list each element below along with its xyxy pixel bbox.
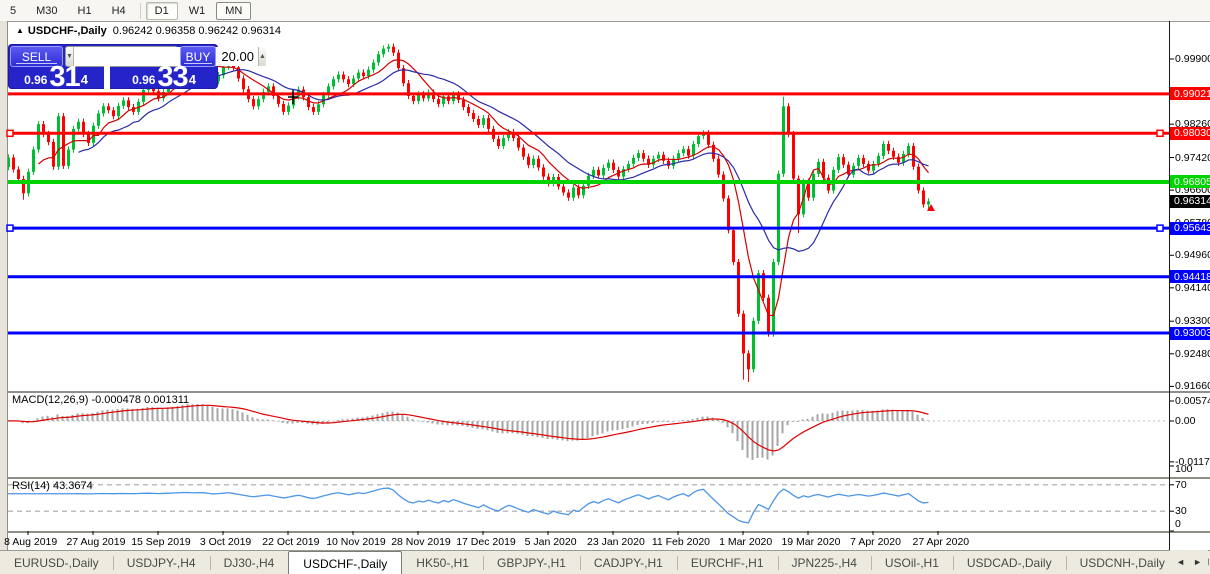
chart-tab-usoil-h1[interactable]: USOil-,H1 bbox=[871, 551, 953, 574]
buy-price[interactable]: 0.96 33 4 bbox=[110, 67, 218, 89]
macd-pane[interactable] bbox=[3, 404, 1167, 460]
sell-price-main: 31 bbox=[49, 66, 79, 88]
volume-increase-button[interactable]: ▲ bbox=[258, 47, 266, 66]
buy-price-pip: 4 bbox=[189, 67, 196, 93]
hline-handle[interactable] bbox=[7, 225, 13, 231]
chart-tab-gbpjpy-h1[interactable]: GBPJPY-,H1 bbox=[483, 551, 580, 574]
tab-scroll-left-icon[interactable]: ◄ bbox=[1176, 557, 1185, 567]
chart-tab-usdchf-daily[interactable]: USDCHF-,Daily bbox=[288, 551, 402, 574]
hline-handle[interactable] bbox=[7, 130, 13, 136]
chart-tab-bar: EURUSD-,DailyUSDJPY-,H4DJ30-,H4USDCHF-,D… bbox=[0, 550, 1210, 574]
sell-price-prefix: 0.96 bbox=[24, 73, 47, 88]
tab-scroll-right-icon[interactable]: ► bbox=[1193, 557, 1202, 567]
tab-scroll-arrows: ◄ ► bbox=[1170, 550, 1208, 574]
chart-objects bbox=[7, 59, 1174, 535]
buy-price-prefix: 0.96 bbox=[132, 73, 155, 88]
sell-price[interactable]: 0.96 31 4 bbox=[8, 67, 104, 89]
chart-tab-eurusd-daily[interactable]: EURUSD-,Daily bbox=[0, 551, 113, 574]
chart-tab-usdjpy-h4[interactable]: USDJPY-,H4 bbox=[113, 551, 210, 574]
hline-handle[interactable] bbox=[1157, 130, 1163, 136]
chart-tab-usdcnh-daily[interactable]: USDCNH-,Daily bbox=[1066, 551, 1179, 574]
buy-price-main: 33 bbox=[157, 66, 187, 88]
chart-tab-usdcad-daily[interactable]: USDCAD-,Daily bbox=[953, 551, 1066, 574]
hline-handle[interactable] bbox=[1157, 225, 1163, 231]
price-axis-line bbox=[1169, 21, 1170, 550]
sell-button-label: SELL bbox=[22, 50, 51, 64]
chart-tab-cadjpy-h1[interactable]: CADJPY-,H1 bbox=[580, 551, 677, 574]
mt4-window: 5M30H1H4D1W1MN ▲USDCHF-,Daily0.96242 0.9… bbox=[0, 0, 1210, 574]
chart-tab-jpn225-h4[interactable]: JPN225-,H4 bbox=[778, 551, 871, 574]
chart-tab-hk50-h1[interactable]: HK50-,H1 bbox=[402, 551, 483, 574]
cross-marker bbox=[288, 90, 298, 104]
chart-tab-eurchf-h1[interactable]: EURCHF-,H1 bbox=[677, 551, 778, 574]
rsi-pane[interactable] bbox=[4, 485, 1170, 523]
one-click-trade-panel: SELL ▼ ▲ BUY 0.96 31 4 0.96 33 4 bbox=[8, 44, 218, 89]
chart-tab-dj30-h4[interactable]: DJ30-,H4 bbox=[210, 551, 289, 574]
buy-button-label: BUY bbox=[186, 50, 211, 64]
sell-price-pip: 4 bbox=[81, 67, 88, 93]
